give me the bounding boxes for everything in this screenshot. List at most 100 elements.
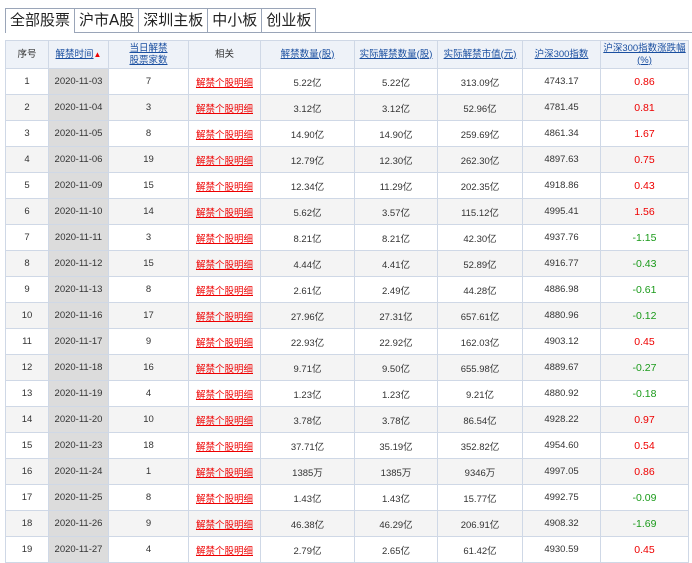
cell-row-index: 12 xyxy=(5,354,49,381)
table-row: 5 2020-11-09 15 解禁个股明细 12.34亿 11.29亿 202.35亿 49… xyxy=(5,172,689,199)
table-row: 18 2020-11-26 9 解禁个股明细 46.38亿 46.29亿 206.91亿 49… xyxy=(5,510,689,537)
cell-actual-value: 9346万 xyxy=(437,458,523,485)
cell-count: 16 xyxy=(108,354,189,381)
detail-link[interactable]: 解禁个股明细 xyxy=(196,494,253,505)
detail-link[interactable]: 解禁个股明细 xyxy=(196,78,253,89)
header-count[interactable]: 当日解禁股票家数 xyxy=(108,40,189,69)
header-date[interactable]: 解禁时间▲ xyxy=(48,40,109,69)
detail-link[interactable]: 解禁个股明细 xyxy=(196,260,253,271)
header-actual-value[interactable]: 实际解禁市值(元) xyxy=(437,40,523,69)
detail-link[interactable]: 解禁个股明细 xyxy=(196,546,253,557)
cell-link: 解禁个股明细 xyxy=(188,68,261,95)
detail-link[interactable]: 解禁个股明细 xyxy=(196,416,253,427)
cell-row-index: 2 xyxy=(5,94,49,121)
tab-4[interactable]: 创业板 xyxy=(261,8,317,32)
table-row: 12 2020-11-18 16 解禁个股明细 9.71亿 9.50亿 655.98亿 488… xyxy=(5,354,689,381)
cell-row-index: 9 xyxy=(5,276,49,303)
cell-row-index: 1 xyxy=(5,68,49,95)
cell-date: 2020-11-06 xyxy=(48,146,109,173)
cell-link: 解禁个股明细 xyxy=(188,250,261,277)
table-row: 7 2020-11-11 3 解禁个股明细 8.21亿 8.21亿 42.30亿 4937.7… xyxy=(5,224,689,251)
cell-qty: 27.96亿 xyxy=(260,302,355,329)
cell-count: 17 xyxy=(108,302,189,329)
detail-link[interactable]: 解禁个股明细 xyxy=(196,208,253,219)
cell-count: 3 xyxy=(108,224,189,251)
cell-count: 1 xyxy=(108,458,189,485)
cell-actual-qty: 46.29亿 xyxy=(354,510,438,537)
cell-actual-qty: 11.29亿 xyxy=(354,172,438,199)
detail-link[interactable]: 解禁个股明细 xyxy=(196,390,253,401)
cell-qty: 37.71亿 xyxy=(260,432,355,459)
cell-date: 2020-11-19 xyxy=(48,380,109,407)
cell-row-index: 19 xyxy=(5,536,49,563)
header-qty[interactable]: 解禁数量(股) xyxy=(260,40,355,69)
cell-hs300: 4897.63 xyxy=(522,146,601,173)
sort-qty-link[interactable]: 解禁数量(股) xyxy=(281,49,335,60)
cell-date: 2020-11-12 xyxy=(48,250,109,277)
cell-qty: 4.44亿 xyxy=(260,250,355,277)
sort-actual-qty-link[interactable]: 实际解禁数量(股) xyxy=(360,49,433,60)
cell-date: 2020-11-25 xyxy=(48,484,109,511)
cell-date: 2020-11-20 xyxy=(48,406,109,433)
sort-hs300-change-link[interactable]: 沪深300指数涨跌幅(%) xyxy=(603,43,685,66)
cell-hs300-change: 0.45 xyxy=(600,328,689,355)
detail-link[interactable]: 解禁个股明细 xyxy=(196,338,253,349)
detail-link[interactable]: 解禁个股明细 xyxy=(196,286,253,297)
detail-link[interactable]: 解禁个股明细 xyxy=(196,364,253,375)
detail-link[interactable]: 解禁个股明细 xyxy=(196,130,253,141)
cell-date: 2020-11-16 xyxy=(48,302,109,329)
header-actual-qty[interactable]: 实际解禁数量(股) xyxy=(354,40,438,69)
cell-actual-qty: 5.22亿 xyxy=(354,68,438,95)
cell-link: 解禁个股明细 xyxy=(188,94,261,121)
cell-hs300-change: -1.15 xyxy=(600,224,689,251)
cell-hs300-change: -0.61 xyxy=(600,276,689,303)
detail-link[interactable]: 解禁个股明细 xyxy=(196,312,253,323)
cell-hs300: 4930.59 xyxy=(522,536,601,563)
cell-link: 解禁个股明细 xyxy=(188,484,261,511)
detail-link[interactable]: 解禁个股明细 xyxy=(196,182,253,193)
cell-hs300-change: 0.86 xyxy=(600,68,689,95)
cell-date: 2020-11-17 xyxy=(48,328,109,355)
sort-hs300-link[interactable]: 沪深300指数 xyxy=(535,49,589,60)
detail-link[interactable]: 解禁个股明细 xyxy=(196,104,253,115)
detail-link[interactable]: 解禁个股明细 xyxy=(196,156,253,167)
tab-1[interactable]: 沪市A股 xyxy=(74,8,140,32)
detail-link[interactable]: 解禁个股明细 xyxy=(196,520,253,531)
cell-hs300: 4937.76 xyxy=(522,224,601,251)
cell-row-index: 7 xyxy=(5,224,49,251)
tab-3[interactable]: 中小板 xyxy=(207,8,263,32)
tab-2[interactable]: 深圳主板 xyxy=(138,8,209,32)
detail-link[interactable]: 解禁个股明细 xyxy=(196,234,253,245)
cell-count: 9 xyxy=(108,328,189,355)
cell-qty: 1385万 xyxy=(260,458,355,485)
cell-hs300: 4995.41 xyxy=(522,198,601,225)
cell-link: 解禁个股明细 xyxy=(188,510,261,537)
cell-hs300-change: 0.75 xyxy=(600,146,689,173)
sort-actual-value-link[interactable]: 实际解禁市值(元) xyxy=(444,49,517,60)
cell-actual-qty: 3.78亿 xyxy=(354,406,438,433)
header-hs300-change[interactable]: 沪深300指数涨跌幅(%) xyxy=(600,40,689,69)
cell-hs300-change: -0.09 xyxy=(600,484,689,511)
table-row: 8 2020-11-12 15 解禁个股明细 4.44亿 4.41亿 52.89亿 4916.… xyxy=(5,250,689,277)
sort-date-link[interactable]: 解禁时间 xyxy=(56,49,94,60)
cell-date: 2020-11-26 xyxy=(48,510,109,537)
cell-hs300-change: 0.43 xyxy=(600,172,689,199)
sort-count-link[interactable]: 当日解禁股票家数 xyxy=(127,43,171,67)
cell-actual-qty: 22.92亿 xyxy=(354,328,438,355)
table-row: 4 2020-11-06 19 解禁个股明细 12.79亿 12.30亿 262.30亿 48… xyxy=(5,146,689,173)
cell-row-index: 17 xyxy=(5,484,49,511)
detail-link[interactable]: 解禁个股明细 xyxy=(196,468,253,479)
cell-qty: 3.12亿 xyxy=(260,94,355,121)
cell-actual-value: 262.30亿 xyxy=(437,146,523,173)
cell-link: 解禁个股明细 xyxy=(188,380,261,407)
cell-actual-value: 44.28亿 xyxy=(437,276,523,303)
table-row: 15 2020-11-23 18 解禁个股明细 37.71亿 35.19亿 352.82亿 4… xyxy=(5,432,689,459)
cell-actual-qty: 4.41亿 xyxy=(354,250,438,277)
cell-count: 10 xyxy=(108,406,189,433)
cell-actual-qty: 35.19亿 xyxy=(354,432,438,459)
detail-link[interactable]: 解禁个股明细 xyxy=(196,442,253,453)
tab-0[interactable]: 全部股票 xyxy=(5,8,76,33)
header-hs300[interactable]: 沪深300指数 xyxy=(522,40,601,69)
cell-count: 4 xyxy=(108,536,189,563)
unlock-table: 序号 解禁时间▲ 当日解禁股票家数 相关 解禁数量(股) 实际解禁数量(股) 实… xyxy=(5,40,689,563)
